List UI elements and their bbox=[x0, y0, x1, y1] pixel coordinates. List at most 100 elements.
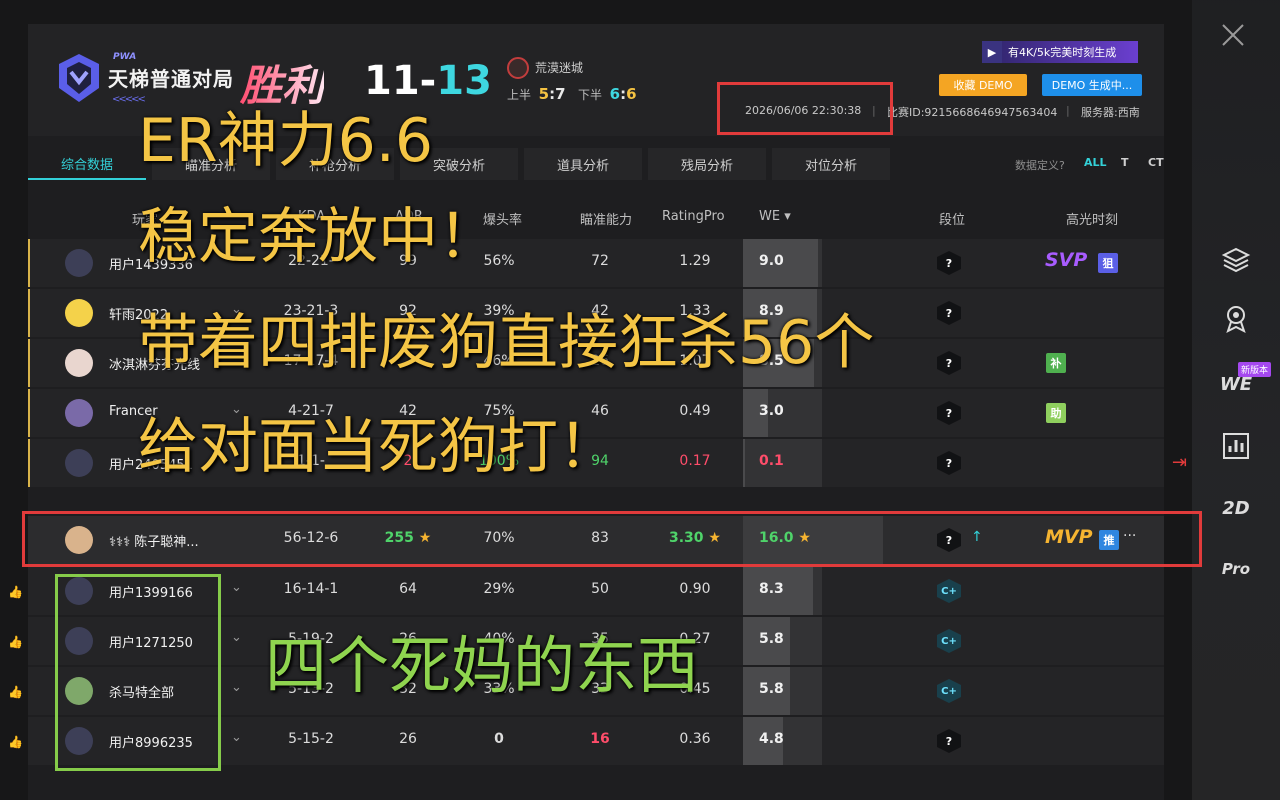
team-indicator bbox=[28, 289, 30, 337]
aim-value: 50 bbox=[591, 581, 609, 597]
role-tag: 补 bbox=[1046, 353, 1066, 373]
pro-item[interactable]: Pro bbox=[1220, 553, 1252, 585]
rank-badge: ? bbox=[937, 729, 961, 753]
like-icon[interactable]: 👍 bbox=[8, 635, 23, 649]
new-version-badge: 新版本 bbox=[1238, 362, 1272, 377]
team-indicator bbox=[28, 389, 30, 437]
hs-value: 29% bbox=[483, 581, 515, 597]
avatar bbox=[65, 399, 93, 427]
adr-value: 64 bbox=[399, 581, 417, 597]
highlight-banner[interactable]: ▶ 有4K/5k完美时刻生成 bbox=[982, 41, 1138, 63]
bar-chart-icon[interactable] bbox=[1220, 430, 1252, 462]
pwa-shield-logo bbox=[59, 54, 99, 102]
like-icon[interactable]: 👍 bbox=[8, 735, 23, 749]
annotation-box-teammates bbox=[55, 574, 221, 771]
rank-badge: ? bbox=[937, 351, 961, 375]
annotation-box-mvp bbox=[22, 511, 1202, 567]
rank-badge: C+ bbox=[937, 679, 961, 703]
chevron-down-icon[interactable]: ⌄ bbox=[231, 630, 242, 645]
match-result: 胜利 bbox=[240, 52, 324, 113]
annotation-box-date bbox=[717, 82, 893, 135]
close-icon[interactable] bbox=[1220, 22, 1246, 48]
overlay-caption-line1: ER神力6.6 bbox=[138, 106, 434, 176]
rating-value: 0.36 bbox=[679, 731, 711, 747]
chevron-down-icon[interactable]: ⌄ bbox=[231, 580, 242, 595]
chevron-down-icon[interactable]: ⌄ bbox=[231, 680, 242, 695]
rating-value: 0.49 bbox=[679, 403, 711, 419]
tab-overview[interactable]: 综合数据 bbox=[28, 148, 146, 180]
col-we[interactable]: WE ▾ bbox=[759, 209, 791, 224]
exit-icon[interactable]: ⇥ bbox=[1172, 452, 1187, 473]
match-mode: 天梯普通对局 bbox=[108, 67, 234, 91]
rank-badge: ? bbox=[937, 301, 961, 325]
filter-t[interactable]: T bbox=[1121, 156, 1129, 169]
hs-value: 0 bbox=[494, 731, 504, 747]
meta-divider: | bbox=[1066, 104, 1070, 117]
chevron-down-icon[interactable]: ⌄ bbox=[231, 730, 242, 745]
second-half-score: 下半 6:6 bbox=[578, 85, 637, 103]
rank-badge: C+ bbox=[937, 579, 961, 603]
kda-value: 5-15-2 bbox=[288, 731, 334, 747]
avatar bbox=[65, 299, 93, 327]
we-value: 5.8 bbox=[759, 631, 784, 647]
adr-value: 26 bbox=[399, 731, 417, 747]
team-indicator bbox=[28, 439, 30, 487]
rating-value: 0.90 bbox=[679, 581, 711, 597]
avatar bbox=[65, 449, 93, 477]
demo-generating-button[interactable]: DEMO 生成中... bbox=[1042, 74, 1142, 96]
rank-badge: ? bbox=[937, 251, 961, 275]
map-icon bbox=[507, 57, 529, 79]
col-rank: 段位 bbox=[939, 213, 966, 228]
tab-duel[interactable]: 对位分析 bbox=[772, 148, 890, 180]
data-definition-help[interactable]: 数据定义? bbox=[1015, 157, 1065, 173]
kda-value: 16-14-1 bbox=[283, 581, 339, 597]
layers-icon[interactable] bbox=[1220, 243, 1252, 275]
final-score: 11-13 bbox=[364, 58, 492, 104]
tab-utility[interactable]: 道具分析 bbox=[524, 148, 642, 180]
match-detail-window: PWA 天梯普通对局 <<<<< 胜利 11-13 荒漠迷城 上半 5:7 下半… bbox=[0, 0, 1280, 800]
aim-value: 16 bbox=[590, 731, 610, 747]
rating-value: 0.17 bbox=[679, 453, 711, 469]
aim-value: 72 bbox=[591, 253, 609, 269]
col-rating[interactable]: RatingPro bbox=[662, 209, 725, 224]
rank-badge: ? bbox=[937, 451, 961, 475]
logo-tag: PWA bbox=[113, 52, 137, 62]
play-icon: ▶ bbox=[982, 41, 1002, 63]
collect-demo-button[interactable]: 收藏 DEMO bbox=[939, 74, 1027, 96]
first-half-score: 上半 5:7 bbox=[507, 85, 566, 103]
we-value: 8.3 bbox=[759, 581, 784, 597]
team-indicator bbox=[28, 339, 30, 387]
col-highlight: 高光时刻 bbox=[1066, 213, 1119, 228]
2d-replay-item[interactable]: 2D bbox=[1220, 492, 1252, 524]
avatar bbox=[65, 249, 93, 277]
team-indicator bbox=[28, 239, 30, 287]
we-value: 0.1 bbox=[759, 453, 784, 469]
filter-ct[interactable]: CT bbox=[1148, 156, 1164, 169]
map-name: 荒漠迷城 bbox=[535, 61, 584, 75]
overlay-caption-line4: 给对面当死狗打！ bbox=[138, 412, 618, 482]
we-value: 9.0 bbox=[759, 253, 784, 269]
overlay-caption-green: 四个死妈的东西 bbox=[265, 629, 700, 702]
rank-badge: C+ bbox=[937, 629, 961, 653]
tab-clutch[interactable]: 残局分析 bbox=[648, 148, 766, 180]
col-aim[interactable]: 瞄准能力 bbox=[580, 209, 632, 228]
avatar bbox=[65, 349, 93, 377]
like-icon[interactable]: 👍 bbox=[8, 685, 23, 699]
award-icon[interactable] bbox=[1220, 302, 1252, 334]
role-tag: 狙 bbox=[1098, 253, 1118, 273]
rating-value: 1.29 bbox=[679, 253, 711, 269]
we-value: 4.8 bbox=[759, 731, 784, 747]
we-bar-fill bbox=[743, 439, 745, 487]
like-icon[interactable]: 👍 bbox=[8, 585, 23, 599]
sidebar-background bbox=[1192, 0, 1280, 800]
we-value: 3.0 bbox=[759, 403, 784, 419]
svp-badge: SVP bbox=[1045, 249, 1088, 271]
we-value: 5.8 bbox=[759, 681, 784, 697]
filter-all[interactable]: ALL bbox=[1084, 156, 1107, 169]
overlay-caption-line2: 稳定奔放中！ bbox=[138, 202, 498, 272]
rank-badge: ? bbox=[937, 401, 961, 425]
overlay-caption-line3: 带着四排废狗直接狂杀56个 bbox=[138, 308, 875, 378]
logo-arrows: <<<<< bbox=[112, 94, 146, 105]
match-id: 比赛ID:9215668646947563404 bbox=[887, 106, 1058, 119]
server-name: 服务器:西南 bbox=[1081, 106, 1140, 119]
